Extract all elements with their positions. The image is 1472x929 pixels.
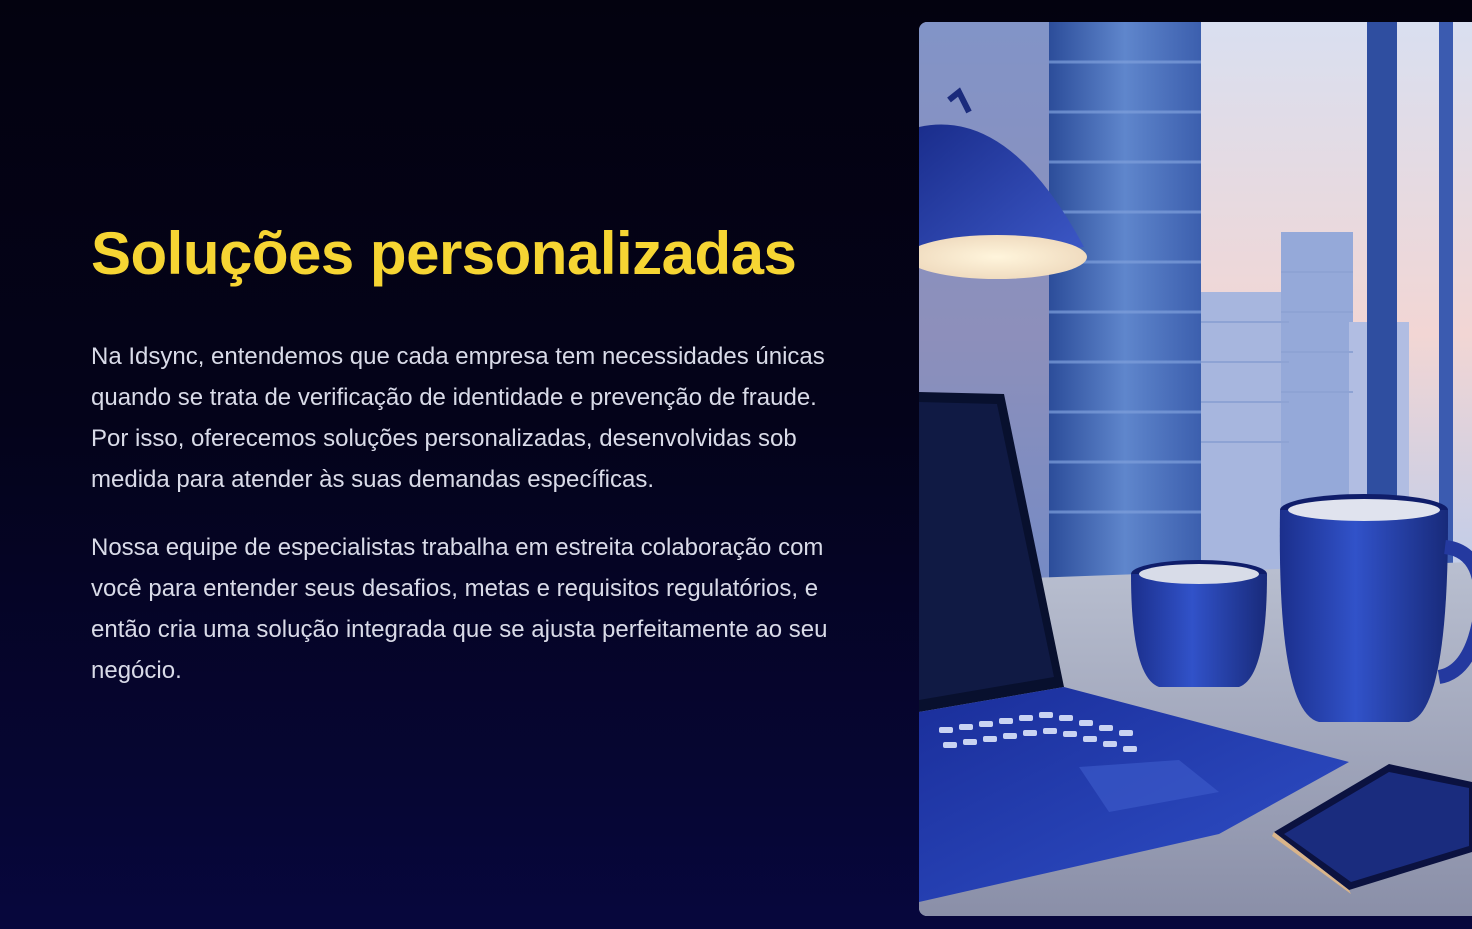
section-title: Soluções personalizadas <box>91 220 797 287</box>
section-paragraph: Nossa equipe de especialistas trabalha e… <box>91 534 828 684</box>
page-background: Soluções personalizadas Na Idsync, enten… <box>0 0 1472 929</box>
office-desk-photo <box>919 22 1472 916</box>
section-paragraph: Na Idsync, entendemos que cada empresa t… <box>91 343 825 493</box>
content-column: Soluções personalizadas Na Idsync, enten… <box>91 218 831 691</box>
